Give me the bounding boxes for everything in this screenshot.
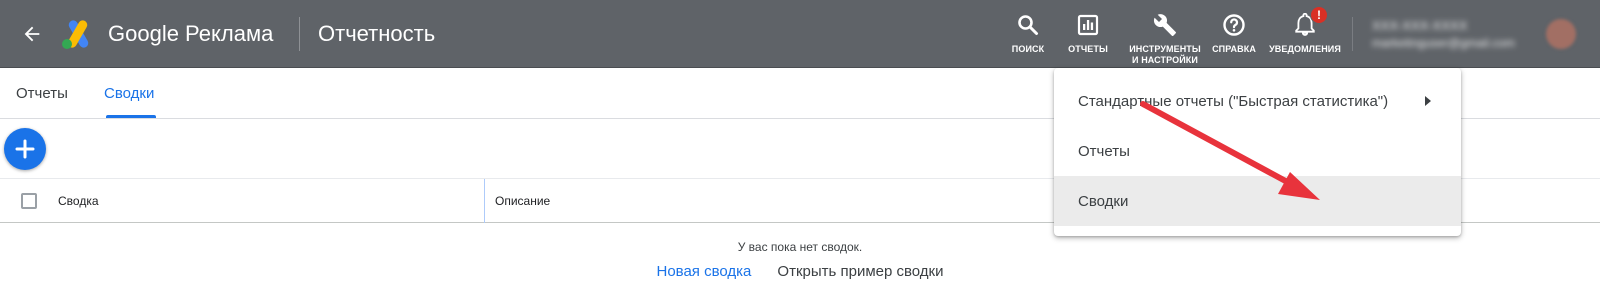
menu-item-summaries[interactable]: Сводки [1054, 176, 1461, 226]
plus-icon [15, 139, 35, 159]
account-email[interactable]: marketinguser@gmail.com [1372, 36, 1515, 50]
menu-item-standard-reports[interactable]: Стандартные отчеты ("Быстрая статистика"… [1054, 76, 1461, 126]
empty-state-message: У вас пока нет сводок. [737, 240, 863, 254]
tools-settings-label: ИНСТРУМЕНТЫ И НАСТРОЙКИ [1129, 44, 1201, 65]
notifications-label: УВЕДОМЛЕНИЯ [1269, 44, 1341, 54]
header-divider [299, 17, 300, 51]
search-tool-button[interactable]: ПОИСК [1008, 12, 1048, 55]
column-divider[interactable] [484, 179, 485, 223]
brand-name[interactable]: Google Реклама [108, 20, 273, 48]
help-tool-label: СПРАВКА [1212, 44, 1256, 54]
account-id[interactable]: XXX-XXX-XXXX [1372, 18, 1467, 33]
wrench-icon [1152, 12, 1178, 38]
reports-dropdown-menu: Стандартные отчеты ("Быстрая статистика"… [1054, 68, 1461, 236]
notifications-button[interactable]: ! УВЕДОМЛЕНИЯ [1269, 6, 1341, 55]
page-title: Отчетность [318, 21, 436, 46]
top-app-bar: Google Реклама Отчетность ПОИСК ОТЧЕТЫ И… [0, 0, 1600, 68]
reports-tool-button[interactable]: ОТЧЕТЫ [1068, 12, 1108, 55]
tab-summaries[interactable]: Сводки [104, 68, 154, 118]
submenu-arrow-icon [1425, 96, 1431, 106]
avatar[interactable] [1546, 19, 1576, 49]
add-summary-button[interactable] [4, 128, 46, 170]
open-example-link[interactable]: Открыть пример сводки [777, 263, 943, 280]
menu-item-reports[interactable]: Отчеты [1054, 126, 1461, 176]
column-description[interactable]: Описание [495, 179, 550, 223]
new-summary-link[interactable]: Новая сводка [656, 263, 751, 280]
search-icon [1015, 12, 1041, 38]
back-arrow-icon[interactable] [18, 20, 46, 48]
tab-reports[interactable]: Отчеты [16, 68, 68, 118]
tools-settings-button[interactable]: ИНСТРУМЕНТЫ И НАСТРОЙКИ [1129, 12, 1201, 66]
active-tab-indicator [106, 115, 156, 118]
google-ads-logo-icon[interactable] [60, 18, 96, 50]
reports-tool-label: ОТЧЕТЫ [1068, 44, 1108, 54]
help-tool-button[interactable]: СПРАВКА [1212, 12, 1256, 55]
select-all-checkbox[interactable] [21, 193, 37, 209]
help-icon [1221, 12, 1247, 38]
notification-badge: ! [1310, 6, 1328, 24]
account-divider [1352, 17, 1353, 51]
reports-chart-icon [1075, 12, 1101, 38]
menu-item-label: Стандартные отчеты ("Быстрая статистика"… [1078, 92, 1389, 110]
bell-icon: ! [1292, 6, 1328, 38]
empty-state-actions: Новая сводка Открыть пример сводки [0, 263, 1600, 280]
search-tool-label: ПОИСК [1011, 44, 1045, 54]
menu-item-label: Отчеты [1078, 142, 1130, 160]
menu-item-label: Сводки [1078, 192, 1129, 210]
column-summary[interactable]: Сводка [58, 179, 99, 223]
